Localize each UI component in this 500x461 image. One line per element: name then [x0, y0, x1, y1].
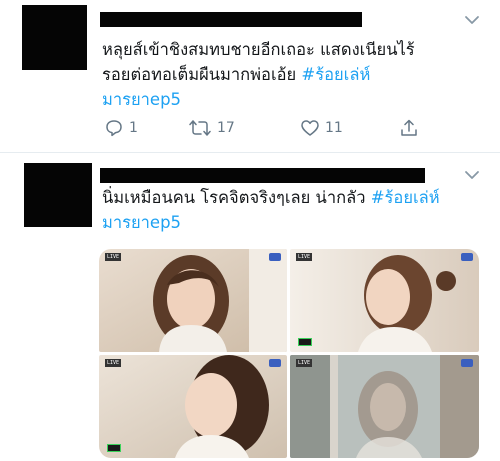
like-count: 11 — [325, 120, 343, 136]
retweet-icon — [189, 120, 211, 136]
channel-badge: LIVE — [296, 253, 313, 261]
photo-illustration — [290, 249, 479, 352]
reply-count: 1 — [129, 120, 138, 136]
retweet-count: 17 — [217, 120, 235, 136]
like-button[interactable]: 11 — [300, 118, 343, 138]
avatar-redacted[interactable] — [24, 163, 92, 227]
media-photo-3[interactable]: LIVE — [99, 355, 287, 458]
tweet-actions: 1 17 11 — [104, 118, 424, 140]
avatar-redacted[interactable] — [22, 5, 87, 70]
hashtag-link[interactable]: #ร้อยเล่ห์ — [371, 188, 440, 207]
chevron-down-icon[interactable] — [464, 14, 480, 26]
reply-button[interactable]: 1 — [104, 118, 138, 138]
photo-illustration — [99, 249, 287, 352]
tweet-text-line: หลุยส์เข้าชิงสมทบชายอีกเถอะ แสดงเนียนไร้ — [102, 40, 415, 59]
media-photo-4[interactable]: LIVE — [290, 355, 479, 458]
channel-logo-icon — [269, 253, 281, 261]
channel-badge: LIVE — [105, 253, 122, 261]
channel-logo-icon — [461, 359, 473, 367]
hashtag-link[interactable]: #ร้อยเล่ห์ — [301, 65, 370, 84]
hd-icon — [107, 444, 121, 452]
retweet-button[interactable]: 17 — [188, 118, 235, 138]
hd-icon — [298, 338, 312, 346]
channel-logo-icon — [461, 253, 473, 261]
channel-badge: LIVE — [296, 359, 313, 367]
hashtag-link[interactable]: มารยาep5 — [102, 213, 181, 232]
tweet-1[interactable]: หลุยส์เข้าชิงสมทบชายอีกเถอะ แสดงเนียนไร้… — [0, 0, 500, 153]
photo-illustration — [99, 355, 287, 458]
heart-icon — [301, 120, 319, 136]
tweet-text: หลุยส์เข้าชิงสมทบชายอีกเถอะ แสดงเนียนไร้… — [102, 37, 482, 112]
tweet-text-line: นิ่มเหมือนคน โรคจิตจริงๆเลย น่ากลัว — [102, 188, 371, 207]
username-redacted[interactable] — [100, 168, 425, 183]
tweet-text-line: รอยต่อทอเต็มผืนมากพ่อเอ้ย — [102, 65, 302, 84]
media-photo-1[interactable]: LIVE — [99, 249, 287, 352]
photo-illustration — [290, 355, 479, 458]
chevron-down-icon[interactable] — [464, 169, 480, 181]
hashtag-link[interactable]: มารยาep5 — [102, 90, 181, 109]
channel-badge: LIVE — [105, 359, 122, 367]
share-icon — [401, 119, 417, 136]
share-button[interactable] — [399, 118, 419, 138]
username-redacted[interactable] — [100, 12, 362, 27]
reply-icon — [106, 120, 122, 137]
tweet-2[interactable]: นิ่มเหมือนคน โรคจิตจริงๆเลย น่ากลัว #ร้อ… — [0, 153, 500, 461]
tweet-text: นิ่มเหมือนคน โรคจิตจริงๆเลย น่ากลัว #ร้อ… — [102, 185, 482, 235]
media-photo-2[interactable]: LIVE — [290, 249, 479, 352]
channel-logo-icon — [269, 359, 281, 367]
media-grid: LIVE LIVE LIVE LIVE — [99, 249, 479, 458]
